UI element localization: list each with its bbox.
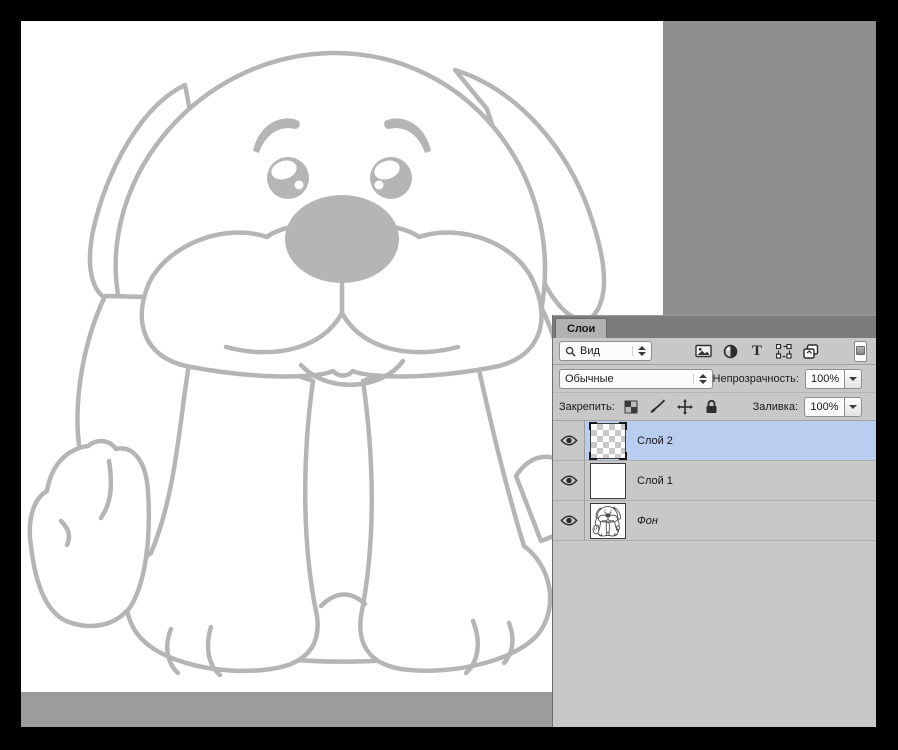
layer-filter-row: Вид T [553,338,876,365]
select-spinner-icon [632,346,646,356]
layer-thumbnail-white[interactable] [590,463,626,499]
chevron-down-icon [849,405,857,409]
fill-label: Заливка: [753,401,798,413]
eye-icon [560,514,578,527]
tab-layers[interactable]: Слои [555,318,607,338]
layer-row-sloy-1[interactable]: Слой 1 [553,461,876,501]
pixel-layers-filter-glyph [695,344,712,358]
lock-fill-row: Закрепить: [553,393,876,421]
selection-corner [589,422,597,430]
search-icon [565,346,576,357]
lock-transparent-glyph [624,400,638,414]
selection-corner [619,422,627,430]
filter-toggle-switch[interactable] [854,341,867,362]
selection-corner [619,452,627,460]
select-spinner-icon [693,374,707,384]
eye-icon [560,434,578,447]
layer-name: Слой 1 [637,475,673,487]
shape-layers-filter-glyph [776,344,792,359]
eye-icon [560,474,578,487]
visibility-toggle[interactable] [553,501,585,540]
type-layers-filter-icon[interactable]: T [748,342,766,360]
move-icon [677,399,693,415]
adjustment-layers-filter-glyph [723,344,738,359]
opacity-value-field[interactable]: 100% [805,369,845,389]
visibility-toggle[interactable] [553,421,585,460]
photoshop-window: Слои Вид [0,0,898,750]
layer-row-fon[interactable]: Фон [553,501,876,541]
layer-main[interactable]: Слой 2 [585,421,876,460]
layer-row-sloy-2[interactable]: Слой 2 [553,421,876,461]
lock-label: Закрепить: [559,401,615,413]
pixel-layers-filter-icon[interactable] [694,342,712,360]
opacity-label: Непрозрачность: [713,373,799,385]
tab-layers-label: Слои [567,323,595,335]
selection-corner [589,452,597,460]
layer-thumbnail-checker[interactable] [590,423,626,459]
shape-layers-filter-icon[interactable] [775,342,793,360]
filter-toggle-knob [856,346,865,355]
layer-main[interactable]: Фон [585,501,876,540]
panel-tab-bar: Слои [553,315,876,338]
layer-thumbnail-artwork[interactable] [590,503,626,539]
blend-mode-value: Обычные [565,373,614,385]
smart-object-filter-icon[interactable] [802,342,820,360]
brush-icon [649,399,666,414]
lock-icon [705,399,718,414]
lock-image-pixels-icon[interactable] [649,398,667,416]
filter-type-icons: T [694,342,820,360]
lock-icons [622,398,721,416]
adjustment-layers-filter-icon[interactable] [721,342,739,360]
layer-name: Фон [637,515,658,527]
opacity-value: 100% [811,373,839,385]
opacity-dropdown-button[interactable] [845,369,862,389]
chevron-down-icon [849,377,857,381]
layer-main[interactable]: Слой 1 [585,461,876,500]
layer-name: Слой 2 [637,435,673,447]
filter-kind-select[interactable]: Вид [559,341,652,361]
smart-object-filter-glyph [803,344,819,359]
layers-panel: Слои Вид [552,315,876,727]
blend-opacity-row: Обычные Непрозрачность: 100% [553,365,876,393]
visibility-toggle[interactable] [553,461,585,500]
lock-transparent-pixels-icon[interactable] [622,398,640,416]
puppy-thumbnail [592,505,624,537]
fill-value: 100% [810,401,838,413]
blend-mode-select[interactable]: Обычные [559,369,713,389]
fill-dropdown-button[interactable] [845,397,862,417]
fill-value-field[interactable]: 100% [804,397,845,417]
lock-position-icon[interactable] [676,398,694,416]
lock-all-icon[interactable] [703,398,721,416]
filter-kind-label: Вид [580,345,600,357]
